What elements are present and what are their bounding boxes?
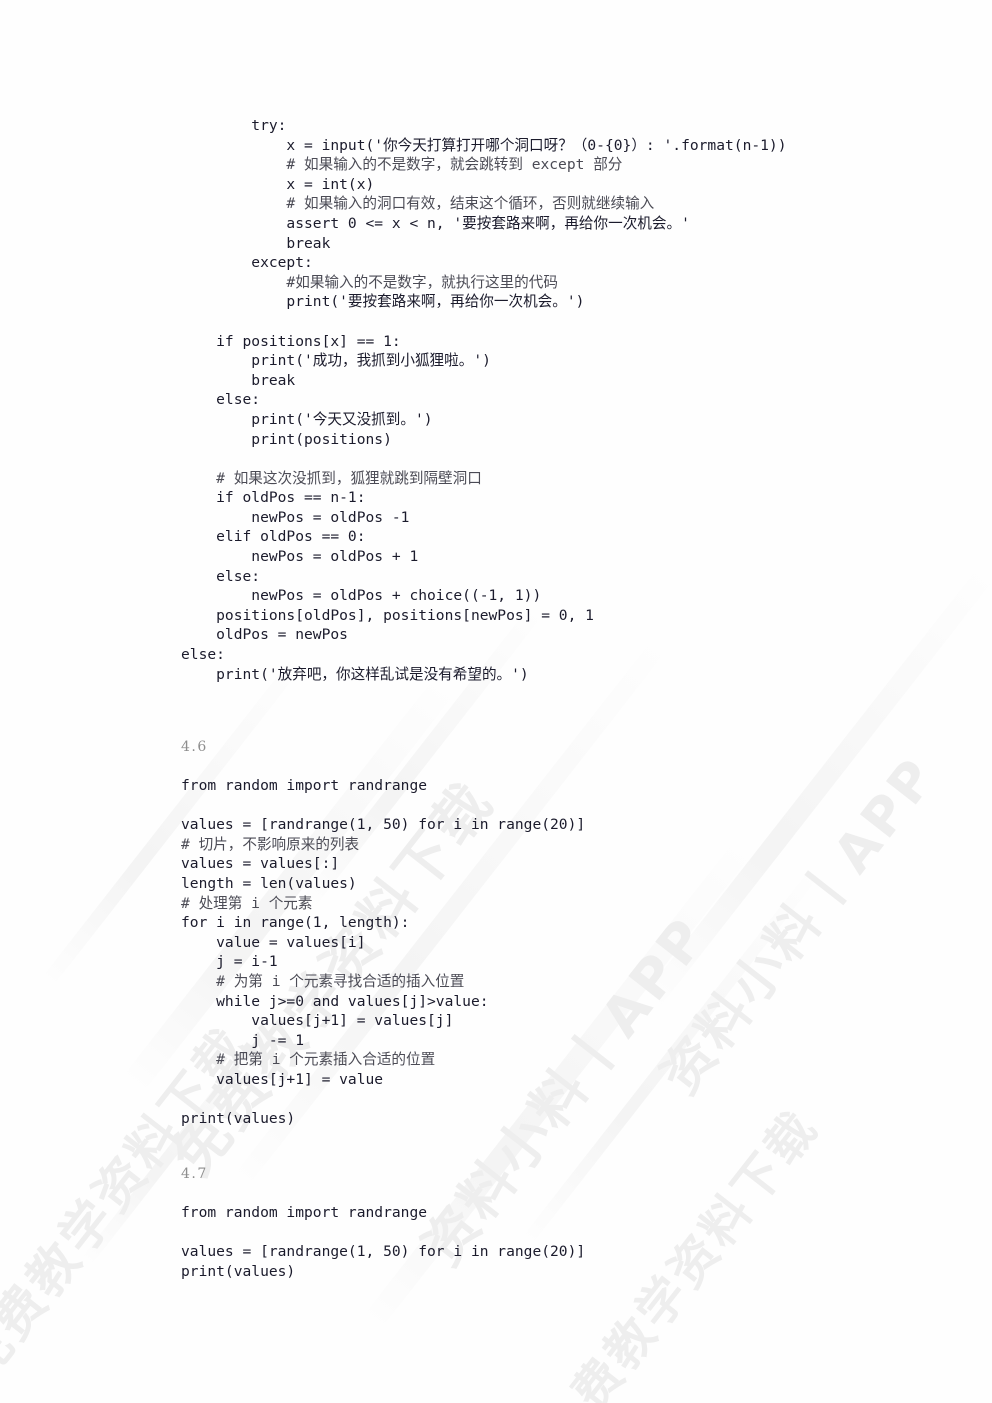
code-line: while j>=0 and values[j]>value: [181,992,489,1010]
section-4-6: from random import randrange values = [r… [181,776,585,1129]
section-4-7: from random import randrange values = [r… [181,1203,585,1281]
code-line: value = values[i] [181,933,366,951]
code-line: oldPos = newPos [181,626,348,644]
code-line: print(values) [181,1110,296,1128]
code-line: values = [randrange(1, 50) for i in rang… [181,816,586,834]
code-comment-line: # 把第 i 个元素插入合适的位置 [181,1051,436,1069]
code-line: elif oldPos == 0: [181,528,366,546]
section-label: 4.7 [181,1166,208,1182]
code-line: j = i-1 [181,953,278,971]
code-line: print('成功，我抓到小狐狸啦。') [181,352,491,370]
code-line: assert 0 <= x < n, '要按套路来啊，再给你一次机会。' [181,214,690,232]
code-line: length = len(values) [181,874,357,892]
code-comment-line: # 切片，不影响原来的列表 [181,835,360,853]
code-line: print(values) [181,1262,296,1280]
code-line: try: [181,117,287,134]
code-line: print('放弃吧，你这样乱试是没有希望的。') [181,665,529,683]
code-line: if positions[x] == 1: [181,332,401,350]
code-line: break [181,371,296,389]
code-line: positions[oldPos], positions[newPos] = 0… [181,606,594,624]
code-line: break [181,234,331,252]
code-line: from random import randrange [181,777,428,794]
code-line: values = values[:] [181,855,340,873]
code-line: values[j+1] = value [181,1070,384,1088]
code-comment-line: # 为第 i 个元素寻找合适的插入位置 [181,972,465,990]
code-line: values[j+1] = values[j] [181,1012,454,1030]
code-line: newPos = oldPos -1 [181,508,410,526]
code-line: for i in range(1, length): [181,914,410,932]
code-line: newPos = oldPos + choice((-1, 1)) [181,587,542,605]
code-line: newPos = oldPos + 1 [181,548,419,566]
code-comment-line: # 如果输入的洞口有效，结束这个循环，否则就继续输入 [181,195,655,213]
code-line: x = input('你今天打算打开哪个洞口呀？（0-{0}）: '.forma… [181,136,787,154]
code-line: else: [181,391,261,409]
code-line: else: [181,646,225,664]
block-4-5-continued: try: x = input('你今天打算打开哪个洞口呀？（0-{0}）: '.… [181,116,787,684]
code-line: else: [181,567,261,585]
code-line: print(positions) [181,430,392,448]
code-line: if oldPos == n-1: [181,489,366,507]
code-comment-line: # 如果这次没抓到，狐狸就跳到隔壁洞口 [181,469,482,487]
code-comment-line: #如果输入的不是数字，就执行这里的代码 [181,273,558,291]
code-line: x = int(x) [181,175,375,193]
code-line: from random import randrange [181,1204,428,1221]
code-comment-line: # 如果输入的不是数字，就会跳转到 except 部分 [181,156,623,174]
code-line: except: [181,254,313,272]
code-line: print('要按套路来啊，再给你一次机会。') [181,293,585,311]
code-comment-line: # 处理第 i 个元素 [181,894,313,912]
code-line: values = [randrange(1, 50) for i in rang… [181,1243,586,1261]
code-line: print('今天又没抓到。') [181,410,433,428]
document-page: 免费教学资料下载 资料小料丨APP 免费教学资料下载 资料小料丨APP 免费教学资料下载… [0,0,992,1403]
watermark-text: 资料小料丨APP [650,746,950,1105]
code-line: j -= 1 [181,1031,305,1049]
section-label: 4.6 [181,739,208,755]
